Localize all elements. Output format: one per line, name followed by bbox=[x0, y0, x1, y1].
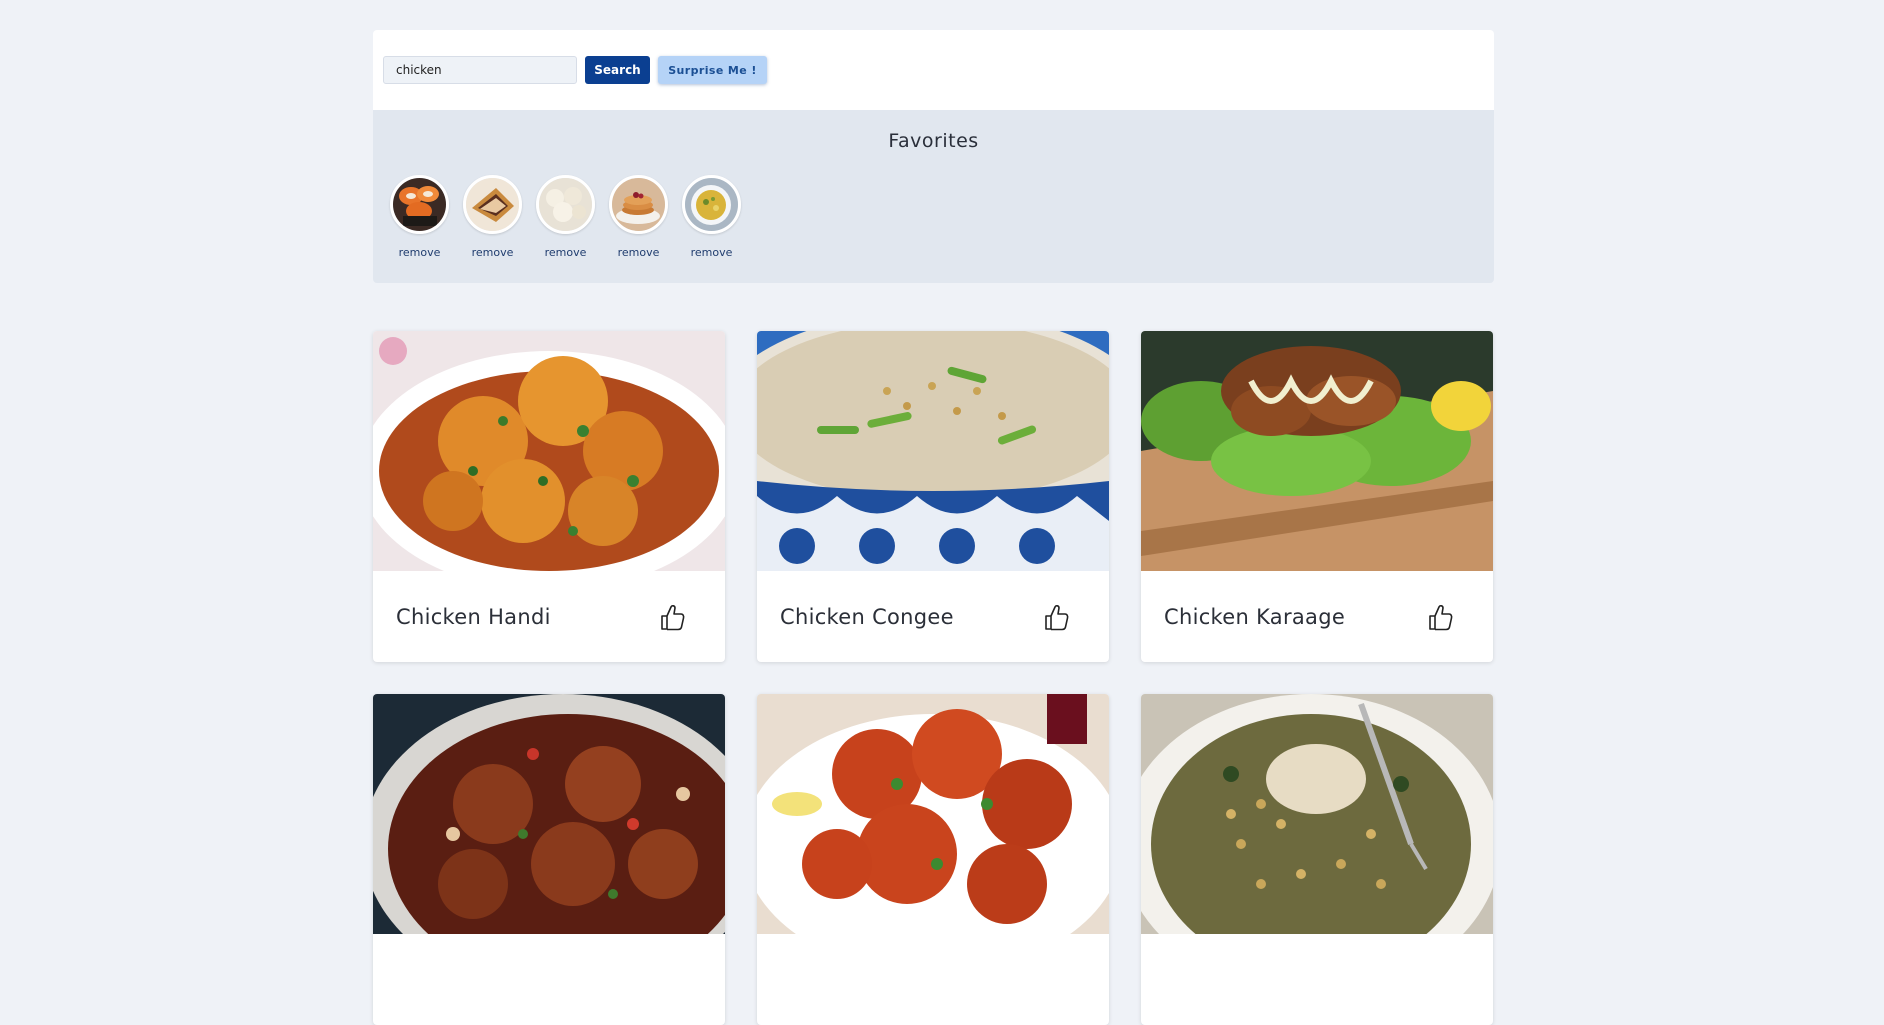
thumbs-up-icon[interactable] bbox=[659, 603, 685, 631]
remove-favorite-button[interactable]: remove bbox=[399, 246, 441, 259]
meal-image[interactable] bbox=[1141, 694, 1493, 934]
meal-card-footer bbox=[373, 934, 725, 1025]
favorite-item: remove bbox=[383, 175, 456, 259]
search-input[interactable] bbox=[383, 56, 577, 84]
meal-card bbox=[373, 694, 725, 1025]
meal-card-footer bbox=[1141, 934, 1493, 1025]
meal-image[interactable] bbox=[757, 694, 1109, 934]
meal-title: Chicken Congee bbox=[780, 604, 954, 629]
meal-card: Chicken Karaage bbox=[1141, 331, 1493, 662]
thumbs-up-icon[interactable] bbox=[1427, 603, 1453, 631]
search-bar: Search Surprise Me ! bbox=[373, 30, 1494, 110]
search-button[interactable]: Search bbox=[585, 56, 650, 84]
remove-favorite-button[interactable]: remove bbox=[691, 246, 733, 259]
meal-card-footer: Chicken Congee bbox=[757, 571, 1109, 662]
favorites-list: remove remove remove remove remove bbox=[383, 175, 748, 259]
meal-image[interactable] bbox=[373, 331, 725, 571]
app-container: Search Surprise Me ! Favorites re bbox=[373, 30, 1494, 283]
meal-title: Chicken Karaage bbox=[1164, 604, 1346, 629]
meal-card-footer: Chicken Handi bbox=[373, 571, 725, 662]
favorite-curry-bowl-thumbnail[interactable] bbox=[682, 175, 741, 234]
favorite-item: remove bbox=[602, 175, 675, 259]
meal-image[interactable] bbox=[373, 694, 725, 934]
favorite-sushi-thumbnail[interactable] bbox=[390, 175, 449, 234]
favorite-item: remove bbox=[529, 175, 602, 259]
meal-card-footer bbox=[757, 934, 1109, 1025]
meal-image[interactable] bbox=[757, 331, 1109, 571]
remove-favorite-button[interactable]: remove bbox=[618, 246, 660, 259]
meal-card bbox=[757, 694, 1109, 1025]
favorite-item: remove bbox=[675, 175, 748, 259]
favorite-pie-thumbnail[interactable] bbox=[463, 175, 522, 234]
favorite-pancakes-thumbnail[interactable] bbox=[609, 175, 668, 234]
favorites-title: Favorites bbox=[888, 130, 979, 152]
meal-image[interactable] bbox=[1141, 331, 1493, 571]
favorite-dumplings-thumbnail[interactable] bbox=[536, 175, 595, 234]
remove-favorite-button[interactable]: remove bbox=[545, 246, 587, 259]
thumbs-up-icon[interactable] bbox=[1043, 603, 1069, 631]
meal-title: Chicken Handi bbox=[396, 604, 551, 629]
meal-card-footer: Chicken Karaage bbox=[1141, 571, 1493, 662]
remove-favorite-button[interactable]: remove bbox=[472, 246, 514, 259]
surprise-me-button[interactable]: Surprise Me ! bbox=[658, 56, 767, 84]
favorite-item: remove bbox=[456, 175, 529, 259]
meal-card bbox=[1141, 694, 1493, 1025]
favorites-panel: Favorites remove remove remove remove re… bbox=[373, 110, 1494, 283]
meals-grid: Chicken Handi Chicken Congee Chicken Kar… bbox=[373, 331, 1493, 1025]
meal-card: Chicken Handi bbox=[373, 331, 725, 662]
meal-card: Chicken Congee bbox=[757, 331, 1109, 662]
